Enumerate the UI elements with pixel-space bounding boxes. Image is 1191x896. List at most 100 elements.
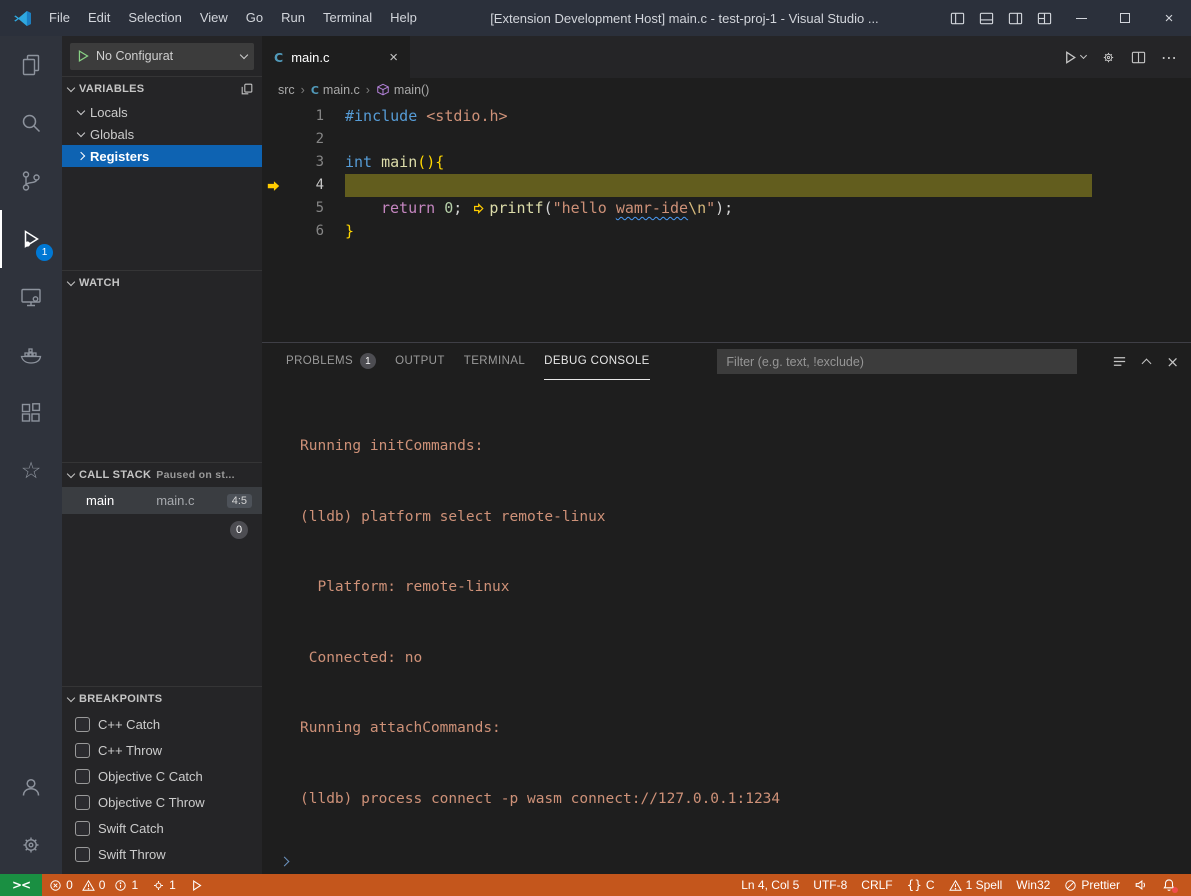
breakpoint-swift-catch[interactable]: Swift Catch	[62, 815, 262, 841]
panel-tab-label: DEBUG CONSOLE	[544, 355, 650, 367]
platform-status[interactable]: Win32	[1009, 874, 1057, 896]
menu-selection[interactable]: Selection	[119, 0, 190, 36]
tab-debug-console[interactable]: DEBUG CONSOLE	[544, 343, 650, 380]
activity-remote-explorer[interactable]	[0, 268, 62, 326]
menu-run[interactable]: Run	[272, 0, 314, 36]
gear-icon[interactable]	[1101, 50, 1116, 65]
watch-header[interactable]: WATCH	[62, 271, 262, 295]
menu-view[interactable]: View	[191, 0, 237, 36]
variables-item-locals[interactable]: Locals	[62, 101, 262, 123]
variables-item-registers[interactable]: Registers	[62, 145, 262, 167]
gutter-line-3[interactable]: 3	[262, 151, 345, 174]
debug-status[interactable]	[183, 874, 210, 896]
console-input[interactable]	[262, 858, 1191, 874]
checkbox[interactable]	[75, 769, 90, 784]
call-stack-header[interactable]: CALL STACK Paused on st...	[62, 463, 262, 487]
split-editor-icon[interactable]	[1131, 50, 1146, 65]
close-button[interactable]: ×	[1147, 0, 1191, 36]
toggle-panel-icon[interactable]	[972, 0, 1001, 36]
tab-output[interactable]: OUTPUT	[395, 343, 445, 380]
console-line: (lldb) process connect -p wasm connect:/…	[300, 788, 1191, 812]
activity-settings[interactable]	[0, 816, 62, 874]
tab-close-icon[interactable]: ×	[389, 49, 398, 66]
menu-go[interactable]: Go	[237, 0, 272, 36]
spell-warning-text: wamr-ide	[616, 199, 688, 217]
language-mode[interactable]: {} C	[900, 874, 942, 896]
console-filter-input[interactable]	[717, 349, 1077, 374]
customize-layout-icon[interactable]	[1030, 0, 1059, 36]
activity-extensions[interactable]	[0, 384, 62, 442]
stack-frame-row[interactable]: main main.c 4:5	[62, 487, 262, 514]
notifications[interactable]	[1155, 874, 1183, 896]
run-file-button[interactable]	[1063, 50, 1086, 65]
variables-title: VARIABLES	[79, 83, 144, 95]
code-text[interactable]: return 0;	[345, 197, 462, 220]
breakpoint-swift-throw[interactable]: Swift Throw	[62, 841, 262, 867]
close-panel-icon[interactable]: ×	[1166, 353, 1179, 371]
more-actions-icon[interactable]: ⋯	[1161, 48, 1177, 67]
checkbox[interactable]	[75, 847, 90, 862]
code-editor[interactable]: 1 #include <stdio.h> 2 3 int main(){	[262, 102, 1191, 342]
maximize-button[interactable]	[1103, 0, 1147, 36]
tab-problems[interactable]: PROBLEMS 1	[286, 343, 376, 380]
variables-item-globals[interactable]: Globals	[62, 123, 262, 145]
form[interactable]: Prettier	[1057, 874, 1127, 896]
tools-status[interactable]: 1	[145, 874, 183, 896]
menu-file[interactable]: File	[40, 0, 79, 36]
eol-selector[interactable]: CRLF	[854, 874, 899, 896]
output-actions-icon[interactable]	[1112, 354, 1127, 369]
activity-explorer[interactable]	[0, 36, 62, 94]
breakpoint-objc-throw[interactable]: Objective C Throw	[62, 789, 262, 815]
code-text[interactable]: int main(){	[345, 151, 444, 174]
variables-header[interactable]: VARIABLES	[62, 77, 262, 101]
start-debug-icon[interactable]	[77, 49, 90, 63]
inline-breakpoint-icon[interactable]	[473, 202, 486, 215]
tree-label: Globals	[90, 127, 134, 142]
code-text[interactable]: }	[345, 220, 354, 243]
code-text[interactable]: #include <stdio.h>	[345, 105, 508, 128]
breadcrumb-file[interactable]: C main.c	[311, 83, 360, 97]
breadcrumb-label: main.c	[323, 83, 360, 97]
announcement-status[interactable]	[1127, 874, 1155, 896]
gutter-line-6[interactable]: 6	[262, 220, 345, 243]
breakpoint-cpp-catch[interactable]: C++ Catch	[62, 711, 262, 737]
activity-source-control[interactable]	[0, 152, 62, 210]
activity-run-debug[interactable]: 1	[0, 210, 62, 268]
gutter-line-2[interactable]: 2	[262, 128, 345, 151]
breakpoint-objc-catch[interactable]: Objective C Catch	[62, 763, 262, 789]
maximize-panel-icon[interactable]	[1142, 358, 1152, 368]
activity-account[interactable]	[0, 758, 62, 816]
debug-config-select[interactable]: No Configurat	[70, 43, 254, 70]
line-number: 3	[284, 151, 345, 174]
code-text-highlighted[interactable]: printf("hello wamr-ide\n");	[345, 174, 1092, 197]
gutter-line-5[interactable]: 5	[262, 197, 345, 220]
toggle-sidebar-icon[interactable]	[943, 0, 972, 36]
toggle-secondary-sidebar-icon[interactable]	[1001, 0, 1030, 36]
activity-search[interactable]	[0, 94, 62, 152]
menu-edit[interactable]: Edit	[79, 0, 119, 36]
window-controls: ×	[943, 0, 1191, 36]
gutter-line-1[interactable]: 1	[262, 105, 345, 128]
breakpoint-cpp-throw[interactable]: C++ Throw	[62, 737, 262, 763]
copy-icon[interactable]	[240, 82, 254, 96]
tab-terminal[interactable]: TERMINAL	[464, 343, 525, 380]
checkbox[interactable]	[75, 743, 90, 758]
gutter-line-4[interactable]: 4	[262, 174, 345, 197]
encoding-selector[interactable]: UTF-8	[806, 874, 854, 896]
spell-checker-status[interactable]: 1 Spell	[942, 874, 1010, 896]
remote-indicator[interactable]: ><	[0, 874, 42, 896]
checkbox[interactable]	[75, 717, 90, 732]
problems-status[interactable]: 0 0 1	[42, 874, 145, 896]
breadcrumb-symbol[interactable]: main()	[376, 83, 429, 97]
checkbox[interactable]	[75, 821, 90, 836]
tab-main-c[interactable]: C main.c ×	[262, 36, 410, 78]
minimize-button[interactable]	[1059, 0, 1103, 36]
menu-help[interactable]: Help	[381, 0, 426, 36]
cursor-position[interactable]: Ln 4, Col 5	[734, 874, 806, 896]
breakpoints-header[interactable]: BREAKPOINTS	[62, 687, 262, 711]
activity-favorites[interactable]: ☆	[0, 442, 62, 500]
breadcrumb-folder[interactable]: src	[278, 83, 295, 97]
checkbox[interactable]	[75, 795, 90, 810]
activity-docker[interactable]	[0, 326, 62, 384]
menu-terminal[interactable]: Terminal	[314, 0, 381, 36]
